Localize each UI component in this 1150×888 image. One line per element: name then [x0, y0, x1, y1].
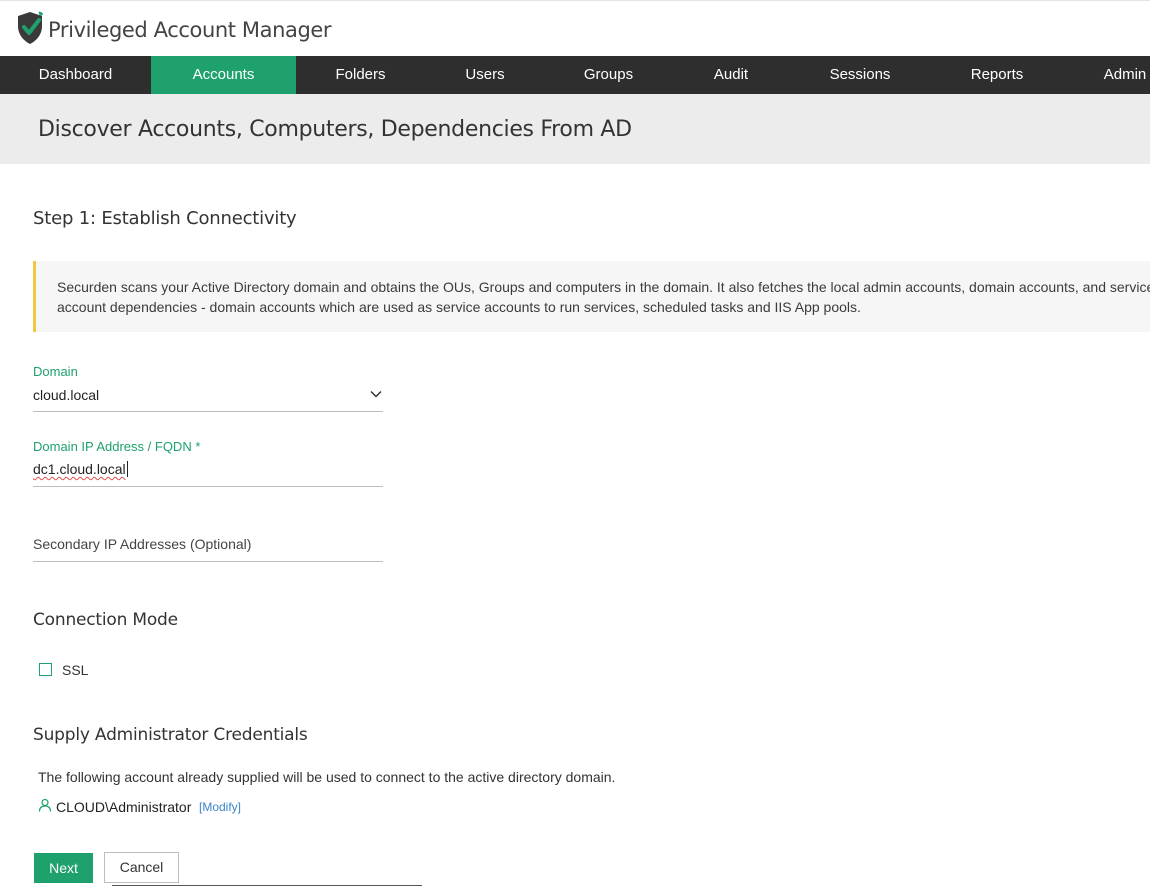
- nav-admin[interactable]: Admin: [1064, 56, 1150, 94]
- cancel-button[interactable]: Cancel: [104, 852, 179, 883]
- shield-check-icon: [18, 11, 43, 44]
- nav-accounts[interactable]: Accounts: [151, 56, 296, 94]
- info-box: Securden scans your Active Directory dom…: [33, 261, 1150, 332]
- nav-reports[interactable]: Reports: [930, 56, 1064, 94]
- brand-bar: Privileged Account Manager: [0, 0, 1150, 56]
- nav-audit[interactable]: Audit: [672, 56, 790, 94]
- step-title: Step 1: Establish Connectivity: [33, 208, 297, 229]
- user-icon: [38, 798, 52, 812]
- secondary-ip-input[interactable]: Secondary IP Addresses (Optional): [33, 536, 383, 562]
- domain-label: Domain: [33, 364, 78, 379]
- connection-mode-title: Connection Mode: [33, 610, 178, 630]
- nav-folders[interactable]: Folders: [296, 56, 425, 94]
- account-name: CLOUD\Administrator: [56, 799, 192, 815]
- nav-dashboard[interactable]: Dashboard: [0, 56, 151, 94]
- page-header: Discover Accounts, Computers, Dependenci…: [0, 94, 1150, 164]
- ssl-label[interactable]: SSL: [62, 662, 88, 678]
- ssl-checkbox[interactable]: [39, 663, 52, 676]
- domain-ip-input[interactable]: dc1.cloud.local: [33, 461, 383, 487]
- credentials-text: The following account already supplied w…: [38, 769, 616, 785]
- page-title: Discover Accounts, Computers, Dependenci…: [38, 117, 632, 142]
- secondary-ip-placeholder: Secondary IP Addresses (Optional): [33, 536, 252, 552]
- next-button[interactable]: Next: [34, 853, 93, 883]
- credentials-title: Supply Administrator Credentials: [33, 725, 308, 745]
- nav-sessions[interactable]: Sessions: [790, 56, 930, 94]
- domain-ip-value: dc1.cloud.local: [33, 461, 126, 477]
- text-caret: [126, 461, 128, 477]
- domain-ip-value-wrap: dc1.cloud.local: [33, 461, 128, 477]
- main-nav: Dashboard Accounts Folders Users Groups …: [0, 56, 1150, 94]
- domain-select[interactable]: cloud.local: [33, 387, 383, 412]
- modify-link[interactable]: [Modify]: [199, 800, 241, 814]
- info-text: Securden scans your Active Directory dom…: [57, 279, 1150, 315]
- nav-groups[interactable]: Groups: [545, 56, 672, 94]
- domain-value: cloud.local: [33, 387, 100, 403]
- chevron-down-icon[interactable]: [369, 387, 383, 401]
- domain-ip-label: Domain IP Address / FQDN *: [33, 439, 201, 454]
- app-title: Privileged Account Manager: [48, 18, 332, 42]
- nav-users[interactable]: Users: [425, 56, 545, 94]
